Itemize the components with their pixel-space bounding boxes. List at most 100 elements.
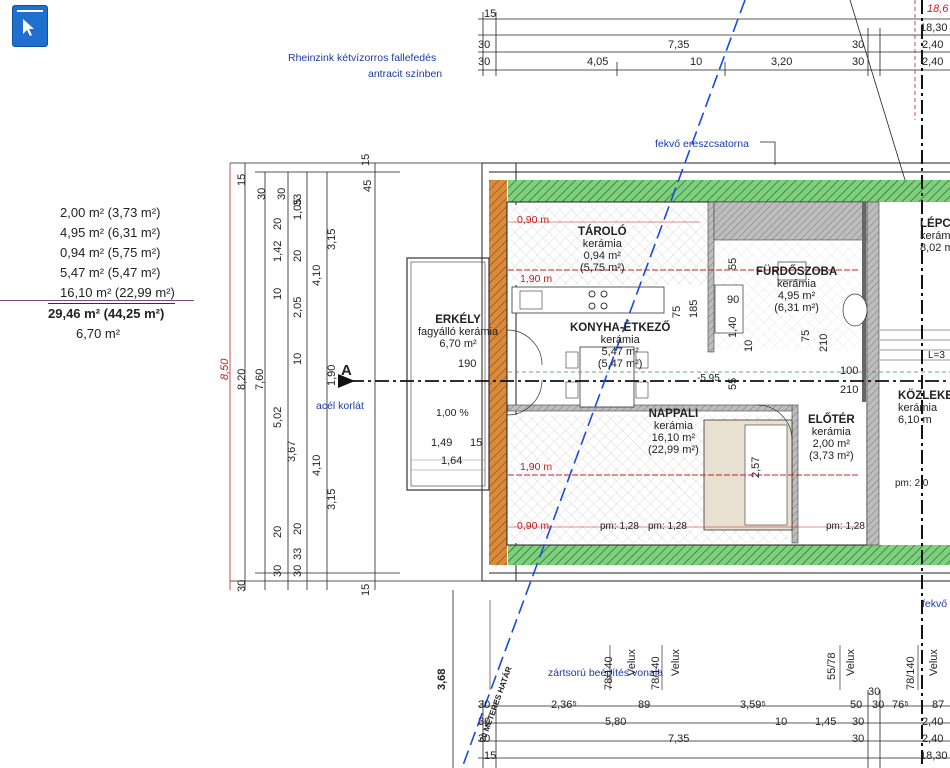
dim-text: 210 bbox=[840, 384, 859, 396]
dim-text: 30 bbox=[478, 716, 491, 728]
dim-text: 1,05 bbox=[292, 198, 304, 220]
room-living: NAPPALI kerámia 16,10 m² (22,99 m²) bbox=[648, 408, 699, 456]
dim-text: L=3 bbox=[928, 350, 945, 361]
dim-368: 3,68 bbox=[436, 668, 448, 690]
height-label: 0,90 m bbox=[517, 520, 550, 532]
dim-text: 76⁵ bbox=[892, 699, 909, 711]
room-stairs: LÉPCS kerámi 8,02 m bbox=[920, 218, 950, 254]
dim-text: 4,10 bbox=[311, 264, 323, 286]
section-mark: A bbox=[341, 362, 352, 379]
dim-text: 3,59⁵ bbox=[740, 699, 766, 711]
dim-text: 100 bbox=[840, 365, 859, 377]
dim-text: 10 bbox=[775, 716, 788, 728]
dim-text: pm: 2,0 bbox=[895, 478, 929, 489]
dim-text: 30 bbox=[236, 579, 248, 592]
room-storage: TÁROLÓ kerámia 0,94 m² (5,75 m²) bbox=[578, 226, 627, 274]
dim-text: 7,60 bbox=[254, 368, 266, 390]
height-label: 1,90 m bbox=[520, 461, 553, 473]
dim-text: 10 bbox=[292, 352, 304, 365]
dim-text: 2,05 bbox=[292, 296, 304, 318]
dim-text: 30 bbox=[272, 564, 284, 577]
dim-text: pm: 1,28 bbox=[648, 521, 687, 532]
dim-text: 3,15 bbox=[326, 228, 338, 250]
dim-text: 15 bbox=[470, 437, 483, 449]
dim-text: 7,35 bbox=[668, 39, 690, 51]
dim-text: 1,64 bbox=[441, 455, 463, 467]
window-type: Velux bbox=[626, 649, 638, 676]
dim-text: 10 bbox=[690, 56, 703, 68]
dim-text: pm: 1,28 bbox=[600, 521, 639, 532]
dim-text: 30 bbox=[256, 187, 268, 200]
dim-text: 2,40 bbox=[922, 39, 944, 51]
height-label: 1,90 m bbox=[520, 273, 553, 285]
dim-text: 15 bbox=[236, 173, 248, 186]
dim-text: 2,40 bbox=[922, 716, 944, 728]
dim-text: 30 bbox=[292, 564, 304, 577]
dim-text: 1,42 bbox=[272, 240, 284, 262]
dim-text: 15 bbox=[484, 750, 497, 762]
dim-text: 2,57 bbox=[750, 456, 762, 478]
dim-text: 10 bbox=[743, 339, 755, 352]
dim-text: 2,40 bbox=[922, 56, 944, 68]
total-height-label: 8,50 bbox=[219, 358, 231, 380]
window-size: 78/140 bbox=[650, 656, 662, 690]
dim-text: 3,15 bbox=[326, 488, 338, 510]
dim-text: 210 bbox=[818, 333, 830, 352]
dim-text: 30 bbox=[276, 187, 288, 200]
roof-note-line1: Rheinzink kétvízorros fallefedés bbox=[288, 52, 437, 64]
dim-text: 20 bbox=[272, 217, 284, 230]
dim-text: 90 bbox=[727, 294, 740, 306]
floor-plan bbox=[229, 0, 950, 768]
dim-text: 87 bbox=[932, 699, 945, 711]
dim-text: 3,67 bbox=[286, 440, 298, 462]
room-balcony: ERKÉLY fagyálló kerámia 6,70 m² bbox=[418, 314, 499, 350]
dim-text: 1,45 bbox=[815, 716, 837, 728]
dim-text: 190 bbox=[458, 358, 477, 370]
slope-label: 1,00 % bbox=[436, 407, 469, 419]
dim-text: pm: 1,28 bbox=[826, 521, 865, 532]
dim-text: 20 bbox=[292, 249, 304, 262]
window-size: 78/140 bbox=[603, 656, 615, 690]
dim-text: 8,20 bbox=[236, 368, 248, 390]
dim-text: 33 bbox=[292, 547, 304, 560]
dim-text: 55 bbox=[727, 257, 739, 270]
dim-text: 30 bbox=[872, 699, 885, 711]
window-type: Velux bbox=[928, 649, 940, 676]
dim-text: 45 bbox=[362, 179, 374, 192]
dim-text: 75 bbox=[800, 329, 812, 342]
dim-text: 3,20 bbox=[771, 56, 793, 68]
dim-text: 30 bbox=[478, 39, 491, 51]
level-label: -5,95 bbox=[697, 373, 720, 384]
dim-text: 30 bbox=[478, 699, 491, 711]
dim-text: 30 bbox=[868, 686, 881, 698]
dim-text: 7,35 bbox=[668, 733, 690, 745]
dim-text: 10 bbox=[272, 287, 284, 300]
window-size: 55/78 bbox=[826, 652, 838, 680]
dim-text: 20 bbox=[292, 522, 304, 535]
dim-text: 30 bbox=[852, 733, 865, 745]
dim-text: 4,10 bbox=[311, 454, 323, 476]
dim-186: 18,6 bbox=[927, 3, 949, 15]
height-label: 0,90 m bbox=[517, 214, 550, 226]
roof-note-line2: antracit színben bbox=[368, 68, 443, 80]
dim-text: 5,80 bbox=[605, 716, 627, 728]
dim-text: 50 bbox=[850, 699, 863, 711]
room-corridor: KÖZLEKE kerámia 6,10 m bbox=[898, 390, 950, 426]
dim-text: 30 bbox=[478, 733, 491, 745]
dim-text: 30 bbox=[852, 39, 865, 51]
dim-text: 30 bbox=[852, 716, 865, 728]
dim-text: 18,30 bbox=[920, 750, 948, 762]
dim-text: 2,36⁵ bbox=[551, 699, 577, 711]
dim-text: 75 bbox=[671, 305, 683, 318]
gutter-label: fekvő ereszcsatorna bbox=[655, 138, 749, 150]
gutter-label-right: fekvő bbox=[922, 598, 948, 610]
dim-text: 20 bbox=[272, 525, 284, 538]
room-hall: ELŐTÉR kerámia 2,00 m² (3,73 m²) bbox=[808, 414, 855, 462]
dim-text: 2,40 bbox=[922, 733, 944, 745]
dim-text: 15 bbox=[484, 8, 497, 20]
dim-text: 5,02 bbox=[272, 406, 284, 428]
dim-text: 4,05 bbox=[587, 56, 609, 68]
dim-text: 1,90 bbox=[326, 364, 338, 386]
dim-text: 30 bbox=[852, 56, 865, 68]
dim-text: 1,49 bbox=[431, 437, 453, 449]
